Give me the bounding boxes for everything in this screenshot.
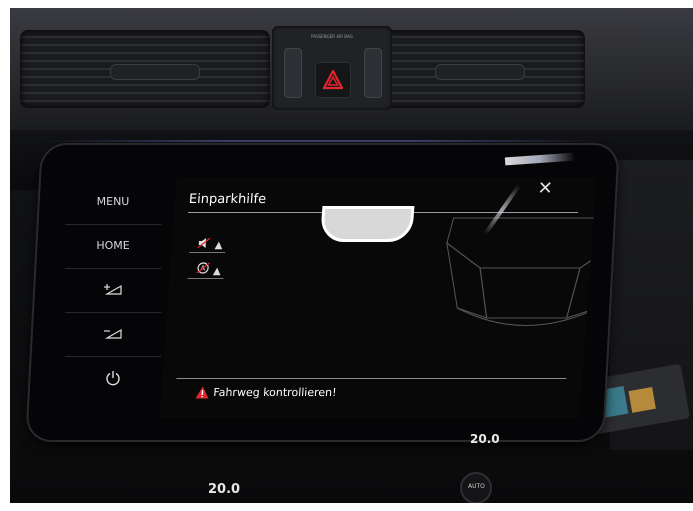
home-button[interactable]: HOME — [65, 224, 161, 269]
right-vent-knob — [435, 64, 525, 80]
auto-label: AUTO — [468, 483, 485, 490]
icon-divider — [189, 252, 226, 253]
climate-control-panel: 20.0 20.0 AUTO — [150, 420, 550, 504]
car-interior-photo: PASSENGER AIR BAG MENU HOME Einparkhilfe… — [0, 0, 693, 511]
tray-item-orange — [628, 387, 656, 413]
hazard-panel: PASSENGER AIR BAG — [272, 26, 392, 110]
mute-speaker-icon — [197, 237, 211, 249]
infotainment-side-buttons: MENU HOME — [65, 180, 165, 420]
sound-toggle-button[interactable]: ▲ — [197, 237, 223, 251]
right-switch[interactable] — [364, 48, 382, 98]
image-border — [0, 0, 10, 511]
hazard-button[interactable] — [315, 62, 351, 98]
volume-down-button[interactable] — [65, 312, 161, 357]
image-border — [0, 503, 693, 511]
sensor-zone-far — [457, 307, 597, 326]
car-rear-icon — [319, 206, 415, 242]
volume-up-button[interactable] — [65, 268, 161, 313]
sensor-zone-center — [479, 267, 581, 319]
icon-divider — [187, 278, 224, 279]
screen-title: Einparkhilfe — [188, 192, 267, 207]
infotainment-screen: Einparkhilfe ✕ ▲ A ▲ — [159, 178, 597, 418]
sensor-zone-near — [446, 217, 597, 269]
hazard-triangle-icon — [323, 70, 343, 90]
status-divider — [176, 378, 567, 379]
image-border — [0, 0, 693, 8]
volume-down-icon — [104, 328, 122, 339]
airbag-label: PASSENGER AIR BAG — [311, 34, 353, 39]
warning-triangle-icon — [195, 386, 209, 399]
left-switch[interactable] — [284, 48, 302, 98]
right-air-vent — [385, 30, 585, 108]
volume-up-icon — [104, 284, 122, 295]
left-air-vent — [20, 30, 270, 108]
parking-indicator: ▲ — [212, 266, 222, 277]
parking-assist-icon: A — [196, 262, 210, 274]
left-temperature: 20.0 — [208, 482, 241, 497]
status-message: Fahrweg kontrollieren! — [212, 386, 338, 399]
auto-climate-button[interactable]: AUTO — [460, 472, 492, 504]
right-temperature: 20.0 — [470, 432, 500, 446]
power-button[interactable] — [65, 356, 161, 400]
left-vent-knob — [110, 64, 200, 80]
parking-mode-button[interactable]: A ▲ — [195, 262, 221, 277]
sensor-zone-left — [446, 241, 488, 319]
ambient-light-strip — [40, 140, 600, 142]
sound-indicator: ▲ — [214, 240, 223, 251]
dashboard-vent-area: PASSENGER AIR BAG — [10, 8, 693, 138]
menu-button[interactable]: MENU — [65, 180, 161, 225]
power-icon — [106, 371, 120, 386]
